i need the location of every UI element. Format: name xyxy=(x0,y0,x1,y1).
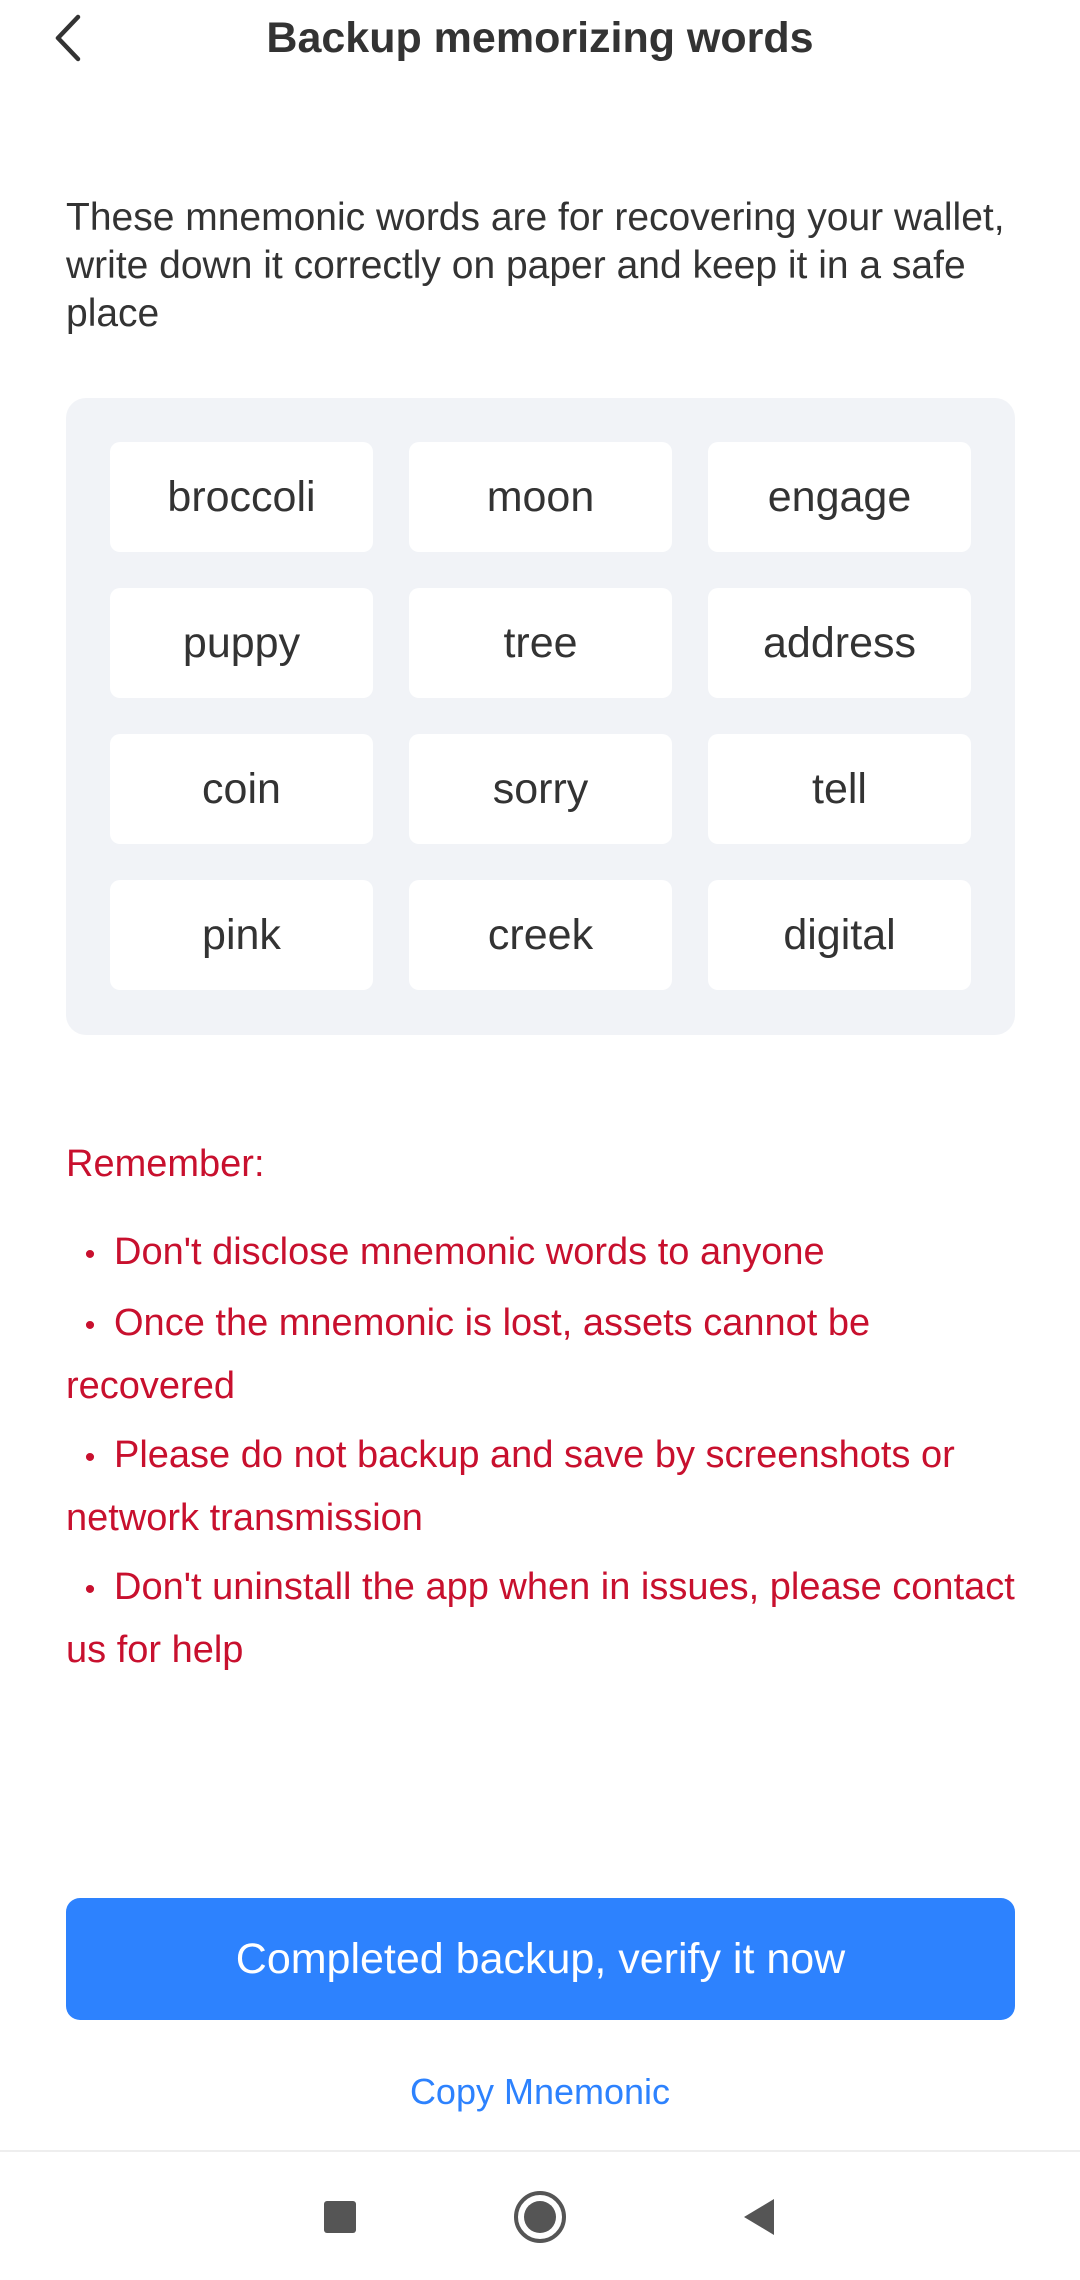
mnemonic-word: creek xyxy=(409,880,672,990)
header: Backup memorizing words xyxy=(0,0,1080,78)
bullet-icon: • xyxy=(84,1309,96,1342)
mnemonic-word: moon xyxy=(409,442,672,552)
back-icon xyxy=(744,2199,774,2235)
bullet-icon: • xyxy=(84,1441,96,1474)
reminder-text: Don't disclose mnemonic words to anyone xyxy=(114,1231,825,1273)
mnemonic-word: digital xyxy=(708,880,971,990)
mnemonic-panel: broccoli moon engage puppy tree address … xyxy=(66,398,1015,1035)
reminder-text: Please do not backup and save by screens… xyxy=(66,1434,955,1539)
copy-mnemonic-link[interactable]: Copy Mnemonic xyxy=(0,2068,1080,2116)
reminder-text: Don't uninstall the app when in issues, … xyxy=(66,1566,1015,1671)
reminder-text: Once the mnemonic is lost, assets cannot… xyxy=(66,1302,871,1407)
mnemonic-grid: broccoli moon engage puppy tree address … xyxy=(110,442,971,990)
mnemonic-word: sorry xyxy=(409,734,672,844)
recent-apps-icon xyxy=(324,2201,356,2233)
mnemonic-word: coin xyxy=(110,734,373,844)
mnemonic-word: pink xyxy=(110,880,373,990)
backup-mnemonic-screen: Backup memorizing words These mnemonic w… xyxy=(0,0,1080,2280)
back-nav-button[interactable] xyxy=(725,2182,795,2252)
reminder-list: • Don't disclose mnemonic words to anyone… xyxy=(66,1222,1026,1689)
reminder-item: • Don't uninstall the app when in issues,… xyxy=(66,1557,1026,1681)
reminder-item: • Once the mnemonic is lost, assets canno… xyxy=(66,1293,1026,1417)
system-nav-bar xyxy=(0,2150,1080,2280)
bullet-icon: • xyxy=(84,1573,96,1606)
verify-backup-button[interactable]: Completed backup, verify it now xyxy=(66,1898,1015,2020)
intro-text: These mnemonic words are for recovering … xyxy=(66,196,1005,335)
reminder-item: • Don't disclose mnemonic words to anyone xyxy=(66,1222,1026,1285)
home-icon xyxy=(514,2191,566,2243)
mnemonic-word: engage xyxy=(708,442,971,552)
recent-apps-button[interactable] xyxy=(305,2182,375,2252)
mnemonic-word: broccoli xyxy=(110,442,373,552)
bullet-icon: • xyxy=(84,1238,96,1271)
page-title: Backup memorizing words xyxy=(266,14,814,62)
mnemonic-word: puppy xyxy=(110,588,373,698)
home-button[interactable] xyxy=(505,2182,575,2252)
reminder-item: • Please do not backup and save by screen… xyxy=(66,1425,1026,1549)
mnemonic-word: tree xyxy=(409,588,672,698)
mnemonic-word: address xyxy=(708,588,971,698)
reminder-title: Remember: xyxy=(66,1143,265,1185)
mnemonic-word: tell xyxy=(708,734,971,844)
